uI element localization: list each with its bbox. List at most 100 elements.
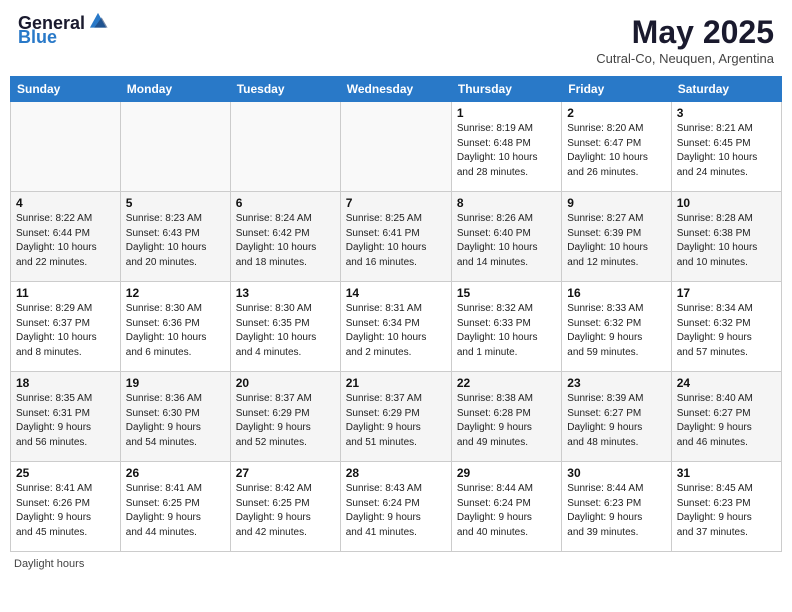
calendar-cell: 10 Sunrise: 8:28 AM Sunset: 6:38 PM Dayli… [671, 192, 781, 282]
day-number: 15 [457, 286, 556, 300]
day-info: Sunrise: 8:24 AM Sunset: 6:42 PM Dayligh… [236, 212, 335, 270]
day-info: Sunrise: 8:37 AM Sunset: 6:29 PM Dayligh… [346, 392, 446, 450]
day-number: 25 [16, 466, 115, 480]
calendar-cell: 28 Sunrise: 8:43 AM Sunset: 6:24 PM Dayli… [340, 462, 451, 552]
day-number: 27 [236, 466, 335, 480]
day-info: Sunrise: 8:35 AM Sunset: 6:31 PM Dayligh… [16, 392, 115, 450]
page-header: General Blue May 2025 Cutral-Co, Neuquen… [10, 10, 782, 70]
calendar-cell: 7 Sunrise: 8:25 AM Sunset: 6:41 PM Daylig… [340, 192, 451, 282]
day-number: 24 [677, 376, 776, 390]
day-info: Sunrise: 8:33 AM Sunset: 6:32 PM Dayligh… [567, 302, 665, 360]
day-number: 5 [126, 196, 225, 210]
day-info: Sunrise: 8:42 AM Sunset: 6:25 PM Dayligh… [236, 482, 335, 540]
day-info: Sunrise: 8:41 AM Sunset: 6:25 PM Dayligh… [126, 482, 225, 540]
day-number: 19 [126, 376, 225, 390]
day-info: Sunrise: 8:23 AM Sunset: 6:43 PM Dayligh… [126, 212, 225, 270]
day-number: 12 [126, 286, 225, 300]
day-info: Sunrise: 8:28 AM Sunset: 6:38 PM Dayligh… [677, 212, 776, 270]
location: Cutral-Co, Neuquen, Argentina [596, 51, 774, 66]
day-number: 4 [16, 196, 115, 210]
day-info: Sunrise: 8:27 AM Sunset: 6:39 PM Dayligh… [567, 212, 665, 270]
calendar-week-2: 4 Sunrise: 8:22 AM Sunset: 6:44 PM Daylig… [11, 192, 782, 282]
day-number: 1 [457, 106, 556, 120]
day-info: Sunrise: 8:39 AM Sunset: 6:27 PM Dayligh… [567, 392, 665, 450]
calendar-week-3: 11 Sunrise: 8:29 AM Sunset: 6:37 PM Dayli… [11, 282, 782, 372]
day-info: Sunrise: 8:31 AM Sunset: 6:34 PM Dayligh… [346, 302, 446, 360]
day-number: 14 [346, 286, 446, 300]
day-number: 26 [126, 466, 225, 480]
calendar-week-5: 25 Sunrise: 8:41 AM Sunset: 6:26 PM Dayli… [11, 462, 782, 552]
calendar-cell: 25 Sunrise: 8:41 AM Sunset: 6:26 PM Dayli… [11, 462, 121, 552]
day-info: Sunrise: 8:21 AM Sunset: 6:45 PM Dayligh… [677, 122, 776, 180]
calendar-cell: 12 Sunrise: 8:30 AM Sunset: 6:36 PM Dayli… [120, 282, 230, 372]
calendar-cell: 15Sunrise: 8:32 AM Sunset: 6:33 PM Dayli… [451, 282, 561, 372]
day-number: 8 [457, 196, 556, 210]
day-number: 22 [457, 376, 556, 390]
day-info: Sunrise: 8:41 AM Sunset: 6:26 PM Dayligh… [16, 482, 115, 540]
day-number: 2 [567, 106, 665, 120]
calendar-cell [120, 102, 230, 192]
day-info: Sunrise: 8:30 AM Sunset: 6:35 PM Dayligh… [236, 302, 335, 360]
calendar-cell: 13 Sunrise: 8:30 AM Sunset: 6:35 PM Dayli… [230, 282, 340, 372]
calendar-cell: 11 Sunrise: 8:29 AM Sunset: 6:37 PM Dayli… [11, 282, 121, 372]
day-number: 9 [567, 196, 665, 210]
calendar-cell: 8Sunrise: 8:26 AM Sunset: 6:40 PM Daylig… [451, 192, 561, 282]
day-info: Sunrise: 8:44 AM Sunset: 6:24 PM Dayligh… [457, 482, 556, 540]
calendar-cell: 5 Sunrise: 8:23 AM Sunset: 6:43 PM Daylig… [120, 192, 230, 282]
calendar-cell: 22Sunrise: 8:38 AM Sunset: 6:28 PM Dayli… [451, 372, 561, 462]
day-info: Sunrise: 8:22 AM Sunset: 6:44 PM Dayligh… [16, 212, 115, 270]
day-number: 13 [236, 286, 335, 300]
day-info: Sunrise: 8:30 AM Sunset: 6:36 PM Dayligh… [126, 302, 225, 360]
calendar-table: SundayMondayTuesdayWednesdayThursdayFrid… [10, 76, 782, 552]
calendar-week-1: 1 Sunrise: 8:19 AM Sunset: 6:48 PM Daylig… [11, 102, 782, 192]
calendar-cell: 9 Sunrise: 8:27 AM Sunset: 6:39 PM Daylig… [562, 192, 671, 282]
calendar-cell: 21Sunrise: 8:37 AM Sunset: 6:29 PM Dayli… [340, 372, 451, 462]
calendar-cell: 27 Sunrise: 8:42 AM Sunset: 6:25 PM Dayli… [230, 462, 340, 552]
day-info: Sunrise: 8:20 AM Sunset: 6:47 PM Dayligh… [567, 122, 665, 180]
column-header-friday: Friday [562, 77, 671, 102]
calendar-cell: 19 Sunrise: 8:36 AM Sunset: 6:30 PM Dayli… [120, 372, 230, 462]
day-info: Sunrise: 8:44 AM Sunset: 6:23 PM Dayligh… [567, 482, 665, 540]
calendar-cell: 14 Sunrise: 8:31 AM Sunset: 6:34 PM Dayli… [340, 282, 451, 372]
column-header-thursday: Thursday [451, 77, 561, 102]
day-number: 20 [236, 376, 335, 390]
calendar-week-4: 18 Sunrise: 8:35 AM Sunset: 6:31 PM Dayli… [11, 372, 782, 462]
calendar-cell: 1 Sunrise: 8:19 AM Sunset: 6:48 PM Daylig… [451, 102, 561, 192]
title-block: May 2025 Cutral-Co, Neuquen, Argentina [596, 14, 774, 66]
day-number: 7 [346, 196, 446, 210]
footer-note: Daylight hours [10, 558, 782, 570]
calendar-header-row: SundayMondayTuesdayWednesdayThursdayFrid… [11, 77, 782, 102]
day-info: Sunrise: 8:19 AM Sunset: 6:48 PM Dayligh… [457, 122, 556, 180]
calendar-cell: 31Sunrise: 8:45 AM Sunset: 6:23 PM Dayli… [671, 462, 781, 552]
day-number: 6 [236, 196, 335, 210]
column-header-tuesday: Tuesday [230, 77, 340, 102]
month-year: May 2025 [596, 14, 774, 51]
day-number: 11 [16, 286, 115, 300]
column-header-saturday: Saturday [671, 77, 781, 102]
logo-blue: Blue [18, 28, 57, 46]
day-number: 10 [677, 196, 776, 210]
day-number: 16 [567, 286, 665, 300]
day-info: Sunrise: 8:25 AM Sunset: 6:41 PM Dayligh… [346, 212, 446, 270]
day-info: Sunrise: 8:43 AM Sunset: 6:24 PM Dayligh… [346, 482, 446, 540]
day-info: Sunrise: 8:45 AM Sunset: 6:23 PM Dayligh… [677, 482, 776, 540]
day-number: 17 [677, 286, 776, 300]
day-number: 29 [457, 466, 556, 480]
day-number: 30 [567, 466, 665, 480]
calendar-cell: 3 Sunrise: 8:21 AM Sunset: 6:45 PM Daylig… [671, 102, 781, 192]
day-info: Sunrise: 8:40 AM Sunset: 6:27 PM Dayligh… [677, 392, 776, 450]
day-info: Sunrise: 8:36 AM Sunset: 6:30 PM Dayligh… [126, 392, 225, 450]
calendar-cell: 23Sunrise: 8:39 AM Sunset: 6:27 PM Dayli… [562, 372, 671, 462]
calendar-cell [11, 102, 121, 192]
day-info: Sunrise: 8:37 AM Sunset: 6:29 PM Dayligh… [236, 392, 335, 450]
calendar-cell: 2 Sunrise: 8:20 AM Sunset: 6:47 PM Daylig… [562, 102, 671, 192]
column-header-wednesday: Wednesday [340, 77, 451, 102]
calendar-cell [230, 102, 340, 192]
column-header-monday: Monday [120, 77, 230, 102]
day-number: 28 [346, 466, 446, 480]
day-info: Sunrise: 8:29 AM Sunset: 6:37 PM Dayligh… [16, 302, 115, 360]
day-number: 18 [16, 376, 115, 390]
calendar-cell: 29 Sunrise: 8:44 AM Sunset: 6:24 PM Dayli… [451, 462, 561, 552]
day-number: 3 [677, 106, 776, 120]
logo: General Blue [18, 14, 109, 46]
